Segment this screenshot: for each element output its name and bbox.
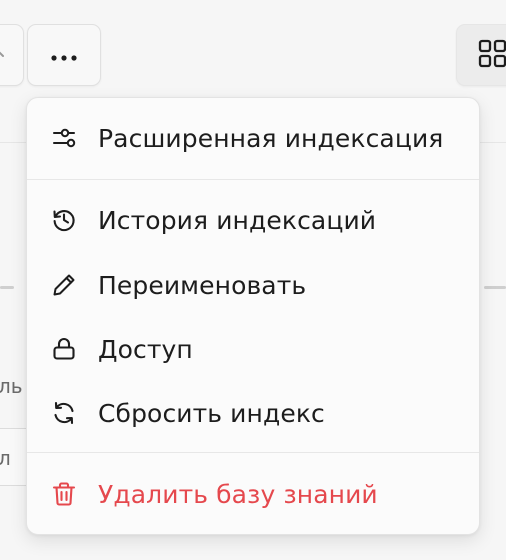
chevron-icon bbox=[0, 46, 8, 65]
background-dash bbox=[484, 286, 506, 289]
app-canvas: ль л Расширенная индексация История инде… bbox=[0, 0, 506, 560]
menu-divider bbox=[27, 179, 479, 180]
lock-icon bbox=[51, 336, 77, 362]
menu-item-access[interactable]: Доступ bbox=[27, 320, 479, 378]
history-icon bbox=[51, 207, 77, 233]
grid-icon bbox=[478, 39, 506, 72]
grid-view-button[interactable] bbox=[456, 24, 506, 86]
pencil-icon bbox=[51, 272, 77, 298]
background-text: л bbox=[0, 446, 11, 470]
sliders-icon bbox=[51, 125, 77, 151]
menu-item-label: Сбросить индекс bbox=[98, 398, 325, 428]
background-dash bbox=[0, 286, 14, 289]
refresh-icon bbox=[51, 400, 77, 426]
menu-divider bbox=[27, 452, 479, 453]
menu-item-label: История индексаций bbox=[98, 205, 377, 235]
menu-item-reset-index[interactable]: Сбросить индекс bbox=[27, 384, 479, 442]
menu-item-label: Доступ bbox=[98, 334, 193, 364]
menu-item-advanced-indexing[interactable]: Расширенная индексация bbox=[27, 109, 479, 167]
menu-item-rename[interactable]: Переименовать bbox=[27, 256, 479, 314]
menu-item-indexing-history[interactable]: История индексаций bbox=[27, 191, 479, 249]
menu-item-delete-knowledge-base[interactable]: Удалить базу знаний bbox=[27, 465, 479, 523]
ellipsis-icon bbox=[51, 46, 77, 65]
menu-item-label: Расширенная индексация bbox=[98, 123, 444, 153]
toolbar-button[interactable] bbox=[0, 24, 24, 86]
trash-icon bbox=[51, 481, 77, 507]
context-menu: Расширенная индексация История индексаци… bbox=[26, 97, 480, 535]
more-options-button[interactable] bbox=[27, 24, 101, 86]
menu-item-label: Переименовать bbox=[98, 270, 307, 300]
menu-item-label: Удалить базу знаний bbox=[98, 479, 378, 509]
background-text: ль bbox=[0, 374, 23, 398]
